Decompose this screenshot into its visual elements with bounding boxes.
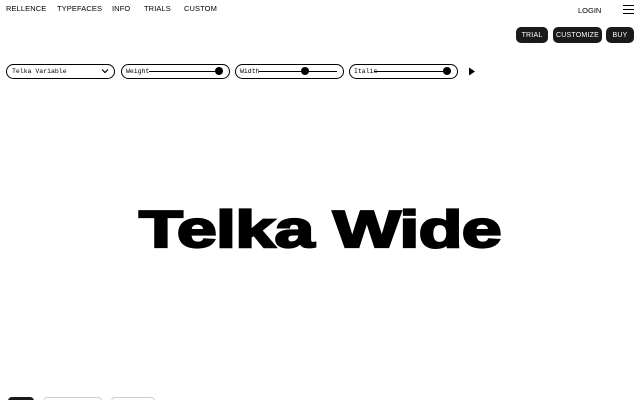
login-link[interactable]: LOGIN [578,6,601,15]
weight-slider-track [149,71,223,72]
customize-button[interactable]: CUSTOMIZE [553,27,602,43]
width-slider[interactable]: Width [235,64,344,79]
nav-link-typefaces[interactable]: TYPEFACES [57,4,112,13]
chevron-down-icon [101,69,109,74]
width-slider-label: Width [240,68,260,75]
brand-link[interactable]: RELLENCE [6,4,57,13]
hamburger-icon[interactable] [623,5,634,14]
buy-button[interactable]: BUY [606,27,634,43]
top-nav: RELLENCE TYPEFACES INFO TRIALS CUSTOM [6,4,217,13]
italic-slider-track [374,71,451,72]
weight-slider-label: Weight [126,68,150,75]
weight-slider-handle[interactable] [215,67,223,75]
specimen-text: Telka Wide [137,200,503,260]
width-slider-track [259,71,337,72]
italic-slider[interactable]: Italic [349,64,458,79]
weight-slider[interactable]: Weight [121,64,230,79]
italic-slider-handle[interactable] [443,67,451,75]
font-family-select[interactable]: Telka Variable [6,64,115,79]
font-family-value: Telka Variable [12,68,67,75]
trial-button[interactable]: TRIAL [516,27,548,43]
nav-link-info[interactable]: INFO [112,4,144,13]
width-slider-handle[interactable] [300,67,309,75]
nav-link-trials[interactable]: TRIALS [144,4,184,13]
play-icon[interactable] [468,67,476,76]
page: RELLENCE TYPEFACES INFO TRIALS CUSTOM LO… [0,0,640,400]
nav-link-custom[interactable]: CUSTOM [184,4,217,13]
type-specimen: Telka Wide [0,192,640,268]
